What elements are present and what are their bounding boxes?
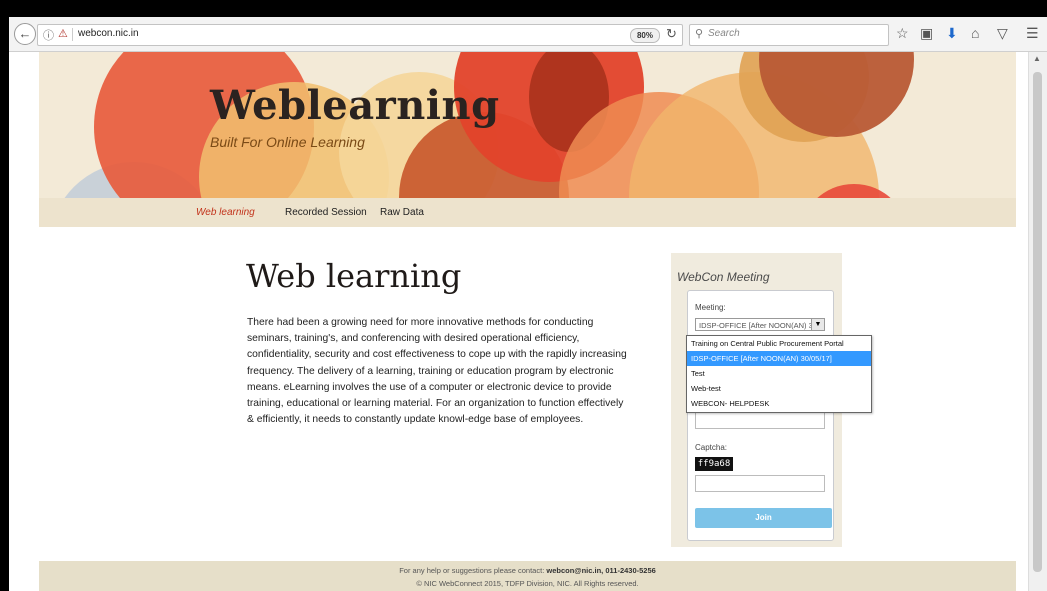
browser-window: ← ⓘ ⚠ webcon.nic.in 80% ↻ ⚲ Search ☆ ▣ ⬇… <box>9 17 1047 591</box>
scroll-up-arrow-icon[interactable]: ▲ <box>1033 54 1041 63</box>
reload-icon[interactable]: ↻ <box>666 26 677 42</box>
scroll-thumb[interactable] <box>1033 72 1042 572</box>
footer: For any help or suggestions please conta… <box>39 561 1016 591</box>
main-nav: Web learning Recorded Session Raw Data <box>39 198 1016 227</box>
header-banner: Weblearning Built For Online Learning <box>39 52 1016 198</box>
search-placeholder[interactable]: Search <box>708 28 740 39</box>
footer-copyright: © NIC WebConnect 2015, TDFP Division, NI… <box>416 579 639 588</box>
home-icon[interactable]: ⌂ <box>971 25 979 41</box>
meeting-form: Meeting: IDSP-OFFICE [After NOON(AN) 30/… <box>687 290 834 541</box>
meeting-option[interactable]: Test <box>687 366 871 381</box>
site-title[interactable]: Weblearning <box>210 82 500 129</box>
nav-item-recorded-session[interactable]: Recorded Session <box>285 207 367 218</box>
url-bar[interactable]: ⓘ ⚠ webcon.nic.in 80% ↻ <box>37 24 683 46</box>
join-button[interactable]: Join <box>695 508 832 528</box>
site-tagline: Built For Online Learning <box>210 134 365 150</box>
captcha-label: Captcha: <box>695 443 728 452</box>
meeting-option[interactable]: WEBCON- HELPDESK <box>687 396 871 411</box>
meeting-option[interactable]: Training on Central Public Procurement P… <box>687 336 871 351</box>
footer-contact[interactable]: webcon@nic.in, 011-2430-5256 <box>546 566 655 575</box>
menu-icon[interactable]: ☰ <box>1026 25 1039 41</box>
meeting-option[interactable]: IDSP-OFFICE [After NOON(AN) 30/05/17] <box>687 351 871 366</box>
page-heading: Web learning <box>246 257 462 295</box>
password-field[interactable] <box>695 412 825 429</box>
meeting-select[interactable]: IDSP-OFFICE [After NOON(AN) 30/05/17] ▼ <box>695 318 825 331</box>
url-divider <box>72 28 73 41</box>
intro-paragraph: There had been a growing need for more i… <box>247 317 627 426</box>
webpage: Weblearning Built For Online Learning We… <box>39 52 1016 591</box>
bookmark-star-icon[interactable]: ☆ <box>896 25 909 41</box>
search-icon: ⚲ <box>695 28 704 40</box>
footer-contact-prefix: For any help or suggestions please conta… <box>399 566 547 575</box>
meeting-dropdown-list: Training on Central Public Procurement P… <box>686 335 872 413</box>
pocket-icon[interactable]: ▽ <box>997 25 1008 41</box>
url-text[interactable]: webcon.nic.in <box>78 28 139 39</box>
browser-toolbar: ← ⓘ ⚠ webcon.nic.in 80% ↻ ⚲ Search ☆ ▣ ⬇… <box>9 17 1047 52</box>
info-icon[interactable]: ⓘ <box>43 27 54 43</box>
captcha-input[interactable] <box>695 475 825 492</box>
page-scrollbar[interactable]: ▲ <box>1028 52 1047 591</box>
download-icon[interactable]: ⬇ <box>946 25 958 41</box>
nav-item-raw-data[interactable]: Raw Data <box>380 207 424 218</box>
insecure-lock-icon[interactable]: ⚠ <box>58 27 68 40</box>
reading-list-icon[interactable]: ▣ <box>920 25 933 41</box>
meeting-option[interactable]: Web-test <box>687 381 871 396</box>
chevron-down-icon[interactable]: ▼ <box>811 319 824 330</box>
search-bar[interactable]: ⚲ Search <box>689 24 889 46</box>
zoom-level[interactable]: 80% <box>630 28 660 43</box>
meeting-select-value: IDSP-OFFICE [After NOON(AN) 30/05/17] <box>699 321 824 330</box>
captcha-image: ff9a68 <box>695 457 733 471</box>
meeting-label: Meeting: <box>695 303 726 312</box>
widget-title: WebCon Meeting <box>677 270 770 284</box>
footer-contact-line: For any help or suggestions please conta… <box>39 566 1016 575</box>
back-arrow-icon[interactable]: ← <box>14 23 36 45</box>
nav-item-web-learning[interactable]: Web learning <box>196 207 255 218</box>
page-viewport: Weblearning Built For Online Learning We… <box>9 52 1047 591</box>
